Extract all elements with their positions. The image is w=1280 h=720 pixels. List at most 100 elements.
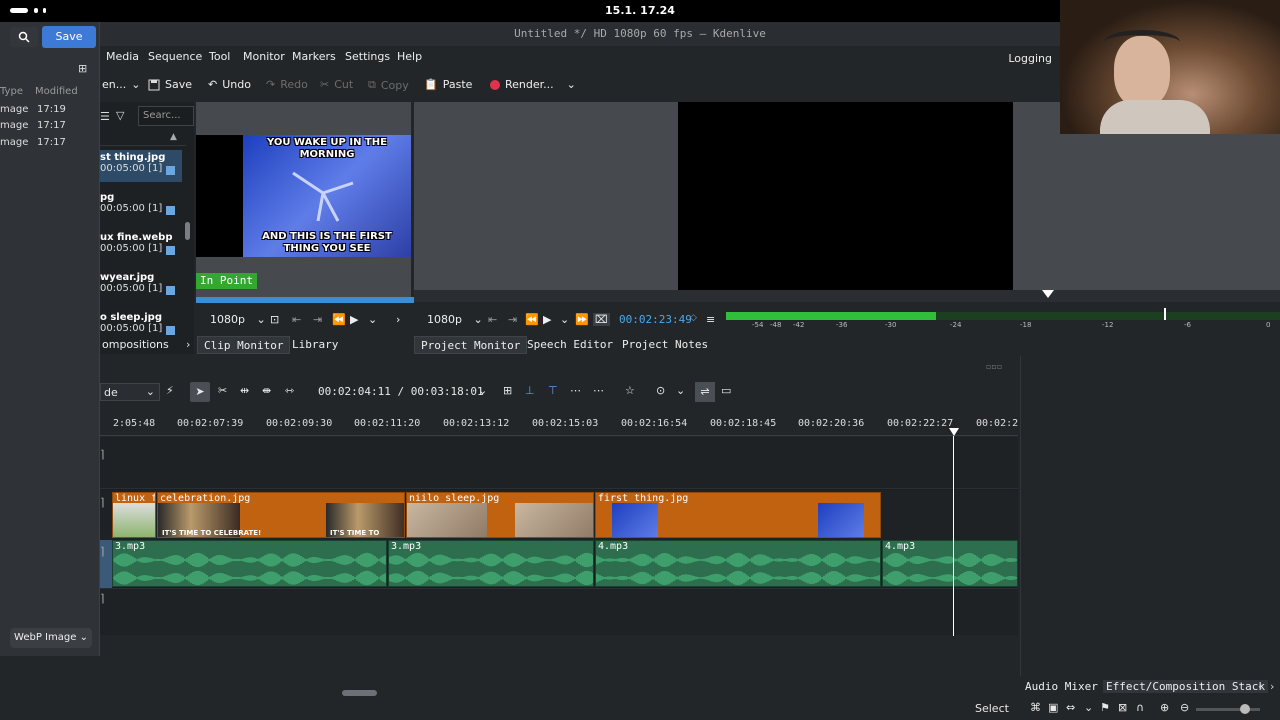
timeline-clip[interactable]: celebration.jpg IT'S TIME TO CELEBRATE! …: [157, 492, 405, 538]
timeline-ruler[interactable]: 2:05:48 00:02:07:39 00:02:09:30 00:02:11…: [100, 412, 1018, 436]
set-out-icon[interactable]: ⇥: [313, 313, 322, 326]
timeline-playhead[interactable]: [953, 436, 954, 636]
set-in-icon[interactable]: ⇤: [292, 313, 301, 326]
timeline-audio-clip[interactable]: 4.mp3: [595, 540, 881, 587]
menu-monitor[interactable]: Monitor: [243, 50, 285, 63]
spacer-tool-icon[interactable]: ⇹: [240, 384, 249, 397]
tab-audio-mixer[interactable]: Audio Mixer: [1022, 680, 1101, 693]
flag-icon[interactable]: ⚑: [1100, 701, 1110, 714]
razor-mode-icon[interactable]: ⚡: [166, 384, 174, 397]
file-search-button[interactable]: [10, 27, 38, 47]
razor-tool-icon[interactable]: ✂: [218, 384, 227, 397]
chevron-down-icon[interactable]: ⌄: [676, 384, 685, 397]
paste-button[interactable]: 📋 Paste: [424, 78, 472, 91]
fit-zoom-icon[interactable]: ⊞: [503, 384, 512, 397]
clip-resolution-select[interactable]: 1080p ⌄: [210, 313, 266, 326]
track-a2[interactable]: [100, 588, 1018, 635]
zoom-slider-handle[interactable]: [1240, 704, 1250, 714]
mixer-toggle-icon[interactable]: ⇌: [695, 382, 715, 402]
tab-library[interactable]: Library: [286, 336, 344, 354]
timeline-audio-clip[interactable]: 3.mp3: [112, 540, 387, 587]
save-icon[interactable]: ▣: [1048, 701, 1058, 714]
menu-help[interactable]: Help: [397, 50, 422, 63]
timeline-playhead-marker[interactable]: [949, 428, 959, 436]
zoom-slider[interactable]: [1196, 704, 1260, 714]
play-icon[interactable]: ▶: [543, 313, 551, 326]
chevron-right-icon[interactable]: ›: [1270, 680, 1274, 693]
timeline-clip[interactable]: linux f: [112, 492, 156, 538]
list-view-icon[interactable]: ☰: [100, 110, 110, 123]
tab-project-notes[interactable]: Project Notes: [616, 336, 714, 354]
project-profile-dropdown[interactable]: en... ⌄: [102, 78, 140, 91]
slip-tool-icon[interactable]: ⇿: [285, 384, 294, 397]
timeline-mode-select[interactable]: de ⌄: [100, 383, 160, 401]
star-icon[interactable]: ☆: [625, 384, 635, 397]
logging-button[interactable]: Logging: [1000, 50, 1060, 67]
track-v2[interactable]: [100, 437, 1018, 489]
clip-monitor-zone-bar[interactable]: [196, 297, 414, 303]
tag-icon[interactable]: ⌘: [1030, 701, 1041, 714]
timeline-audio-clip[interactable]: 4.mp3: [882, 540, 1018, 587]
chevron-down-icon[interactable]: ⌄: [1084, 701, 1093, 714]
cut-button[interactable]: ✂ Cut: [320, 78, 353, 91]
tab-project-monitor[interactable]: Project Monitor: [414, 336, 528, 354]
save-button[interactable]: Save: [148, 78, 192, 91]
tab-compositions[interactable]: ompositions: [102, 338, 169, 351]
lift-icon[interactable]: ⋯: [570, 384, 581, 397]
menu-sequence[interactable]: Sequence: [148, 50, 202, 63]
copy-button[interactable]: ⧉ Copy: [368, 78, 409, 92]
timecode-spinner-icon[interactable]: ◇: [690, 313, 697, 323]
insert-icon[interactable]: ⊥: [525, 384, 535, 397]
menu-media[interactable]: Media: [106, 50, 139, 63]
zoom-out-icon[interactable]: ⊖: [1180, 701, 1189, 714]
select-tool-icon[interactable]: ➤: [190, 382, 210, 402]
chevron-up-icon[interactable]: ▲: [170, 132, 177, 142]
magnet-icon[interactable]: ∩: [1136, 701, 1144, 714]
project-resolution-select[interactable]: 1080p ⌄: [427, 313, 483, 326]
playhead-marker[interactable]: [1042, 290, 1054, 298]
chevron-right-icon[interactable]: ›: [186, 338, 190, 351]
set-out-icon[interactable]: ⇥: [508, 313, 517, 326]
track-header-icon[interactable]: ⌉: [100, 448, 104, 461]
loop-zone-icon[interactable]: ⌧: [593, 313, 610, 326]
extract-icon[interactable]: ⋯: [593, 384, 604, 397]
menu-icon[interactable]: ≡: [706, 313, 715, 326]
bin-search-input[interactable]: Searc...: [138, 106, 194, 126]
column-modified[interactable]: Modified: [35, 86, 78, 97]
dock-buttons[interactable]: ▫▫▫: [986, 362, 1002, 371]
snap-icon[interactable]: ⊙: [656, 384, 665, 397]
timeline-scrollbar[interactable]: [342, 690, 377, 696]
file-format-select[interactable]: WebP Image ⌄: [10, 628, 92, 648]
render-button[interactable]: Render... ⌄: [490, 78, 576, 91]
overwrite-icon[interactable]: ⊤: [548, 384, 558, 397]
track-header-icon[interactable]: ⌉: [100, 496, 104, 509]
chevron-down-icon[interactable]: ⌄: [478, 384, 487, 397]
rewind-icon[interactable]: ⏪: [332, 313, 346, 326]
tab-clip-monitor[interactable]: Clip Monitor: [197, 336, 291, 354]
chevron-left-icon[interactable]: ‹: [1258, 680, 1262, 693]
project-timecode[interactable]: 00:02:23:49: [619, 313, 692, 326]
project-monitor-ruler[interactable]: [414, 290, 1280, 302]
bin-scrollbar[interactable]: [185, 222, 190, 240]
clip-zone-icon[interactable]: ⊡: [270, 313, 279, 326]
menu-settings[interactable]: Settings: [345, 50, 390, 63]
track-header-icon[interactable]: ⌉: [100, 592, 104, 605]
tab-speech-editor[interactable]: Speech Editor: [521, 336, 619, 354]
rewind-icon[interactable]: ⏪: [525, 313, 539, 326]
undo-button[interactable]: ↶ Undo: [208, 78, 251, 91]
redo-button[interactable]: ↷ Redo: [266, 78, 308, 91]
grid-icon[interactable]: ⊠: [1118, 701, 1127, 714]
menu-markers[interactable]: Markers: [292, 50, 336, 63]
ripple-tool-icon[interactable]: ⇼: [262, 384, 271, 397]
column-type[interactable]: Type: [0, 86, 23, 97]
set-in-icon[interactable]: ⇤: [488, 313, 497, 326]
show-video-icon[interactable]: ▭: [721, 384, 731, 397]
play-icon[interactable]: ▶: [350, 313, 358, 326]
track-header-icon[interactable]: ⌉: [100, 545, 104, 558]
filter-icon[interactable]: ▽: [116, 109, 124, 122]
zoom-in-icon[interactable]: ⊕: [1160, 701, 1169, 714]
timeline-clip[interactable]: niilo sleep.jpg: [406, 492, 594, 538]
arrows-icon[interactable]: ⇔: [1066, 701, 1075, 714]
new-folder-icon[interactable]: ⊞: [78, 62, 87, 75]
fast-forward-icon[interactable]: ⏩: [575, 313, 589, 326]
